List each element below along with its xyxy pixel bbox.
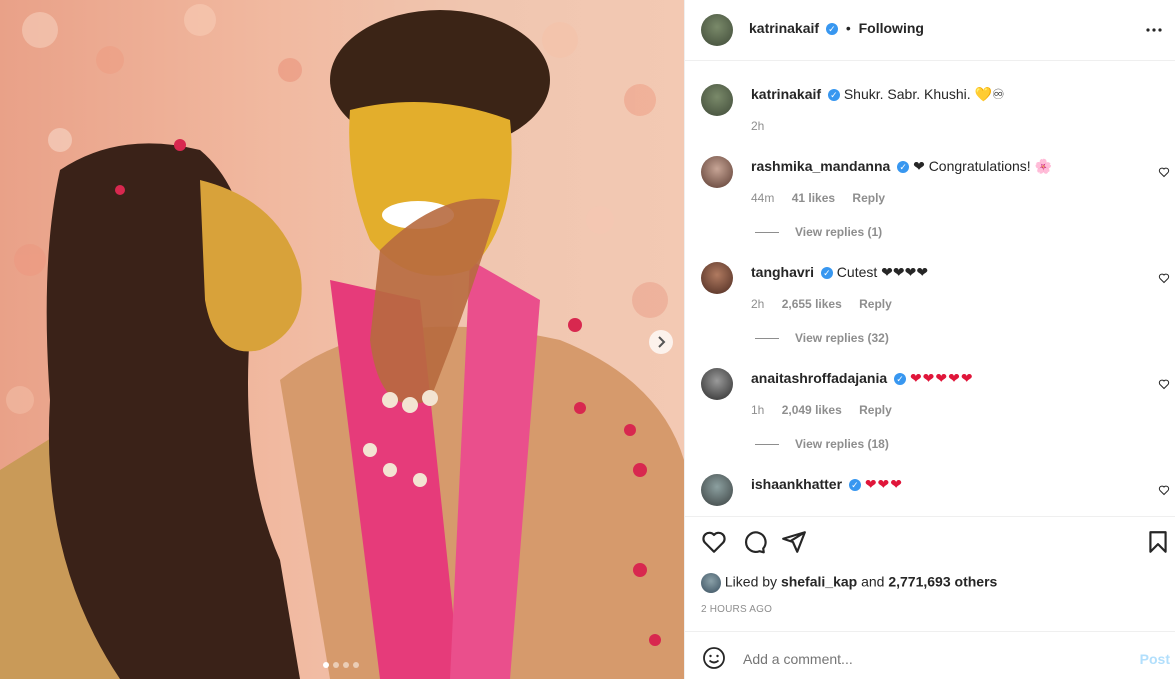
commenter-avatar[interactable] [701, 474, 733, 506]
commenter-avatar[interactable] [701, 262, 733, 294]
reply-button[interactable]: Reply [859, 403, 892, 417]
caption-time: 2h [751, 119, 765, 133]
verified-icon: ✓ [897, 161, 910, 174]
comment-input[interactable] [741, 644, 1125, 674]
comment-likes[interactable]: 2,049 likes [782, 403, 842, 417]
post-photo-illustration [0, 4, 684, 679]
following-button[interactable]: Following [859, 20, 924, 36]
commenter-avatar[interactable] [701, 368, 733, 400]
view-replies-label: View replies (18) [795, 437, 889, 451]
liker-avatar[interactable] [701, 573, 721, 593]
likes-summary: Liked by shefali_kap and 2,771,693 other… [701, 573, 997, 593]
comment-icon[interactable] [741, 529, 767, 555]
post-actions: Liked by shefali_kap and 2,771,693 other… [685, 516, 1175, 632]
comment-username[interactable]: anaitashroffadajania [751, 370, 887, 386]
verified-icon: ✓ [848, 479, 861, 492]
post-timestamp[interactable]: 2 HOURS AGO [701, 604, 772, 615]
carousel-dots [323, 662, 359, 668]
more-options-button[interactable] [1142, 18, 1166, 42]
comment-time: 1h [751, 403, 765, 417]
view-replies-button[interactable]: View replies (32) [755, 331, 889, 345]
caption-emojis: 💛♾ [974, 86, 1005, 102]
comment-text: ❤ Congratulations! 🌸 [913, 158, 1052, 174]
share-icon[interactable] [781, 529, 807, 555]
view-replies-button[interactable]: View replies (1) [755, 225, 882, 239]
comment-item: tanghavri ✓ Cutest ❤❤❤❤ 2h 2,655 likes R… [685, 261, 1175, 361]
carousel-dot-active [323, 662, 329, 668]
verified-icon: ✓ [827, 89, 840, 102]
view-replies-button[interactable]: View replies (18) [755, 437, 889, 451]
author-username[interactable]: katrinakaif [749, 20, 819, 36]
post-details-panel: katrinakaif ✓ • Following katrinakaif ✓ … [684, 0, 1175, 679]
author-avatar[interactable] [701, 14, 733, 46]
commenter-avatar[interactable] [701, 156, 733, 188]
verified-icon: ✓ [894, 373, 907, 386]
divider-line [755, 444, 779, 446]
comment-item: anaitashroffadajania ✓ ❤❤❤❤❤ 1h 2,049 li… [685, 367, 1175, 467]
chevron-right-icon [658, 336, 666, 348]
more-icon [1146, 28, 1162, 32]
comment-like-icon[interactable] [1158, 272, 1170, 284]
separator-dot: • [845, 20, 851, 36]
comment-username[interactable]: rashmika_mandanna [751, 158, 890, 174]
liked-by-and: and [861, 573, 885, 590]
comment-text: ❤❤❤ [864, 476, 904, 492]
post-comment-button[interactable]: Post [1140, 651, 1170, 667]
comment-text: ❤❤❤❤❤ [909, 370, 974, 386]
bookmark-icon[interactable] [1145, 529, 1171, 555]
comment-time: 44m [751, 191, 775, 205]
comment-text: Cutest ❤❤❤❤ [836, 264, 929, 280]
comment-like-icon[interactable] [1158, 484, 1170, 496]
verified-icon: ✓ [825, 23, 838, 36]
next-image-button[interactable] [649, 330, 673, 354]
caption-row: katrinakaif ✓ Shukr. Sabr. Khushi. 💛♾ 2h [685, 83, 1175, 163]
add-comment-bar: Post [685, 631, 1175, 680]
liked-by-user[interactable]: shefali_kap [781, 574, 857, 590]
divider-line [755, 232, 779, 234]
carousel-dot [353, 662, 359, 668]
likes-count[interactable]: 2,771,693 others [888, 574, 997, 590]
emoji-icon[interactable] [702, 646, 726, 670]
carousel-dot [333, 662, 339, 668]
caption-text: Shukr. Sabr. Khushi. [843, 86, 971, 102]
comment-like-icon[interactable] [1158, 378, 1170, 390]
divider-line [755, 338, 779, 340]
comment-item: ishaankhatter ✓ ❤❤❤ [685, 473, 1175, 515]
reply-button[interactable]: Reply [852, 191, 885, 205]
heart-icon[interactable] [701, 529, 727, 555]
post-image[interactable] [0, 0, 684, 679]
comment-time: 2h [751, 297, 765, 311]
reply-button[interactable]: Reply [859, 297, 892, 311]
comment-likes[interactable]: 41 likes [792, 191, 835, 205]
carousel-dot [343, 662, 349, 668]
post-header: katrinakaif ✓ • Following [685, 0, 1175, 61]
comment-username[interactable]: tanghavri [751, 264, 814, 280]
comments-section[interactable]: katrinakaif ✓ Shukr. Sabr. Khushi. 💛♾ 2h… [685, 61, 1175, 515]
verified-icon: ✓ [820, 267, 833, 280]
comment-like-icon[interactable] [1158, 166, 1170, 178]
comment-likes[interactable]: 2,655 likes [782, 297, 842, 311]
view-replies-label: View replies (1) [795, 225, 883, 239]
caption-username[interactable]: katrinakaif [751, 86, 821, 102]
comment-username[interactable]: ishaankhatter [751, 476, 842, 492]
author-avatar[interactable] [701, 84, 733, 116]
view-replies-label: View replies (32) [795, 331, 889, 345]
comment-item: rashmika_mandanna ✓ ❤ Congratulations! 🌸… [685, 155, 1175, 255]
liked-by-prefix: Liked by [724, 573, 778, 590]
